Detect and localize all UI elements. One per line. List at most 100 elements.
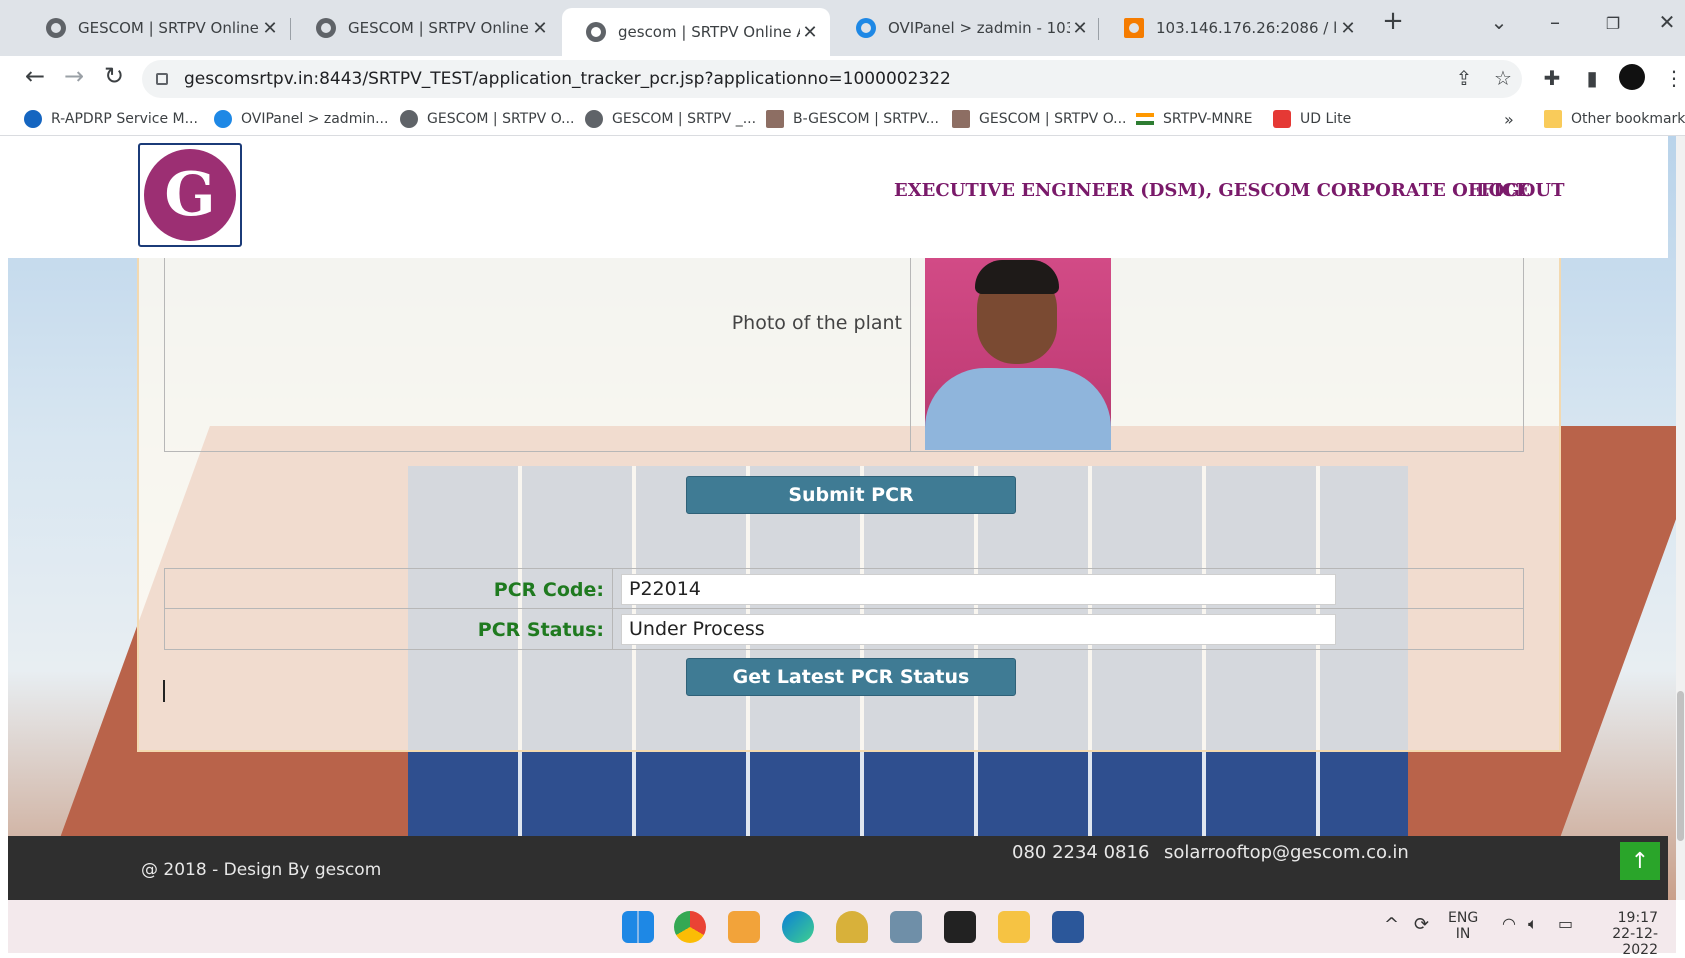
sticky-notes-icon[interactable] bbox=[944, 911, 976, 943]
bookmark-label: GESCOM | SRTPV O... bbox=[979, 111, 1127, 127]
photo-table: Photo of the plant bbox=[164, 258, 1524, 452]
minimize-icon[interactable]: – bbox=[1540, 10, 1570, 34]
new-tab-button[interactable]: + bbox=[1378, 6, 1408, 36]
windows-taskbar: ^ ⟳ ENG IN ◠ 🔈︎ ▭ 19:17 22-12-2022 bbox=[8, 900, 1676, 958]
close-icon[interactable]: ✕ bbox=[800, 22, 820, 43]
tab-title: 103.146.176.26:2086 / localho bbox=[1156, 19, 1338, 37]
bookmark-item[interactable]: GESCOM | SRTPV _... bbox=[585, 102, 756, 136]
close-icon[interactable]: ✕ bbox=[260, 18, 280, 39]
region-label: IN bbox=[1455, 926, 1471, 942]
sync-icon[interactable]: ⟳ bbox=[1414, 914, 1429, 935]
pin-app-icon[interactable] bbox=[836, 911, 868, 943]
reload-icon[interactable]: ↻ bbox=[97, 62, 131, 90]
volume-icon[interactable]: 🔈︎ bbox=[1528, 914, 1538, 934]
address-bar[interactable]: gescomsrtpv.in:8443/SRTPV_TEST/applicati… bbox=[142, 60, 1522, 98]
bookmark-label: UD Lite bbox=[1300, 111, 1352, 127]
copyright-text: @ 2018 - Design By gescom bbox=[141, 860, 382, 880]
ovipanel-icon bbox=[214, 110, 232, 128]
browser-tab-1[interactable]: GESCOM | SRTPV Online App ✕ bbox=[22, 8, 290, 48]
globe-icon bbox=[316, 18, 336, 38]
ovipanel-icon bbox=[856, 18, 876, 38]
pcr-code-field[interactable]: P22014 bbox=[621, 574, 1336, 605]
tab-divider bbox=[290, 18, 291, 40]
tab-title: GESCOM | SRTPV Online App bbox=[348, 19, 530, 37]
chrome-icon[interactable] bbox=[674, 911, 706, 943]
submit-pcr-button[interactable]: Submit PCR bbox=[686, 476, 1016, 514]
other-bookmarks-folder[interactable]: Other bookmarks bbox=[1544, 102, 1685, 136]
outlook-icon[interactable] bbox=[728, 911, 760, 943]
bookmark-star-icon[interactable]: ☆ bbox=[1489, 66, 1517, 90]
site-header: G EXECUTIVE ENGINEER (DSM), GESCOM CORPO… bbox=[8, 136, 1668, 258]
bookmark-item[interactable]: GESCOM | SRTPV O... bbox=[952, 102, 1127, 136]
close-window-icon[interactable]: ✕ bbox=[1652, 10, 1682, 34]
close-icon[interactable]: ✕ bbox=[530, 18, 550, 39]
side-panel-icon[interactable]: ▮ bbox=[1578, 66, 1606, 90]
start-icon[interactable] bbox=[622, 911, 654, 943]
file-explorer-icon[interactable] bbox=[998, 911, 1030, 943]
word-icon[interactable] bbox=[1052, 911, 1084, 943]
close-icon[interactable]: ✕ bbox=[1338, 18, 1358, 39]
page-scrollbar[interactable] bbox=[1676, 136, 1685, 900]
hp-icon bbox=[24, 110, 42, 128]
bookmarks-bar: R-APDRP Service M... OVIPanel > zadmin..… bbox=[0, 102, 1685, 136]
footer-phone: 080 2234 0816 bbox=[1012, 842, 1150, 863]
tab-divider bbox=[1098, 18, 1099, 40]
get-latest-pcr-status-button[interactable]: Get Latest PCR Status bbox=[686, 658, 1016, 696]
pcr-status-field[interactable]: Under Process bbox=[621, 614, 1336, 645]
forward-icon[interactable]: → bbox=[57, 62, 91, 90]
browser-tab-4[interactable]: OVIPanel > zadmin - 103.146 ✕ bbox=[832, 8, 1100, 48]
media-app-icon[interactable] bbox=[890, 911, 922, 943]
scroll-to-top-button[interactable]: ↑ bbox=[1620, 842, 1660, 880]
browser-tab-3-active[interactable]: gescom | SRTPV Online Appli ✕ bbox=[562, 8, 830, 56]
edge-icon[interactable] bbox=[782, 911, 814, 943]
image-icon bbox=[766, 110, 784, 128]
menu-icon[interactable]: ⋮ bbox=[1660, 66, 1685, 90]
plant-photo bbox=[925, 258, 1111, 450]
clock[interactable]: 19:17 22-12-2022 bbox=[1596, 910, 1658, 958]
bookmark-label: Other bookmarks bbox=[1571, 111, 1685, 127]
bookmarks-overflow-button[interactable]: » bbox=[1504, 102, 1514, 136]
back-icon[interactable]: ← bbox=[18, 62, 52, 90]
lock-icon bbox=[156, 73, 168, 85]
phpmyadmin-icon bbox=[1124, 18, 1144, 38]
bookmark-item[interactable]: UD Lite bbox=[1273, 102, 1351, 136]
wifi-icon[interactable]: ◠ bbox=[1502, 914, 1516, 933]
table-row: PCR Status: Under Process bbox=[165, 609, 1523, 649]
globe-icon bbox=[46, 18, 66, 38]
close-icon[interactable]: ✕ bbox=[1070, 18, 1090, 39]
bookmark-label: R-APDRP Service M... bbox=[51, 111, 198, 127]
browser-tab-5[interactable]: 103.146.176.26:2086 / localho ✕ bbox=[1100, 8, 1368, 48]
profile-avatar[interactable] bbox=[1618, 64, 1646, 95]
bookmark-label: B-GESCOM | SRTPV... bbox=[793, 111, 939, 127]
tab-search-icon[interactable]: ⌄ bbox=[1484, 10, 1514, 34]
bookmark-item[interactable]: R-APDRP Service M... bbox=[24, 102, 198, 136]
logo-emblem: G bbox=[144, 149, 236, 241]
bookmark-item[interactable]: SRTPV-MNRE bbox=[1136, 102, 1253, 136]
extensions-icon[interactable]: ✚ bbox=[1538, 66, 1566, 90]
tray-chevron-icon[interactable]: ^ bbox=[1384, 914, 1399, 935]
logout-link[interactable]: LOGOUT bbox=[1476, 180, 1564, 201]
table-row: PCR Code: P22014 bbox=[165, 569, 1523, 609]
language-indicator[interactable]: ENG IN bbox=[1448, 910, 1478, 942]
photo-shirt bbox=[925, 368, 1111, 450]
browser-tab-2[interactable]: GESCOM | SRTPV Online App ✕ bbox=[292, 8, 560, 48]
photo-label: Photo of the plant bbox=[165, 258, 911, 452]
footer-email[interactable]: solarrooftop@gescom.co.in bbox=[1164, 842, 1409, 863]
battery-icon[interactable]: ▭ bbox=[1558, 914, 1573, 933]
pcr-code-label: PCR Code: bbox=[165, 569, 613, 609]
bookmark-label: GESCOM | SRTPV _... bbox=[612, 111, 757, 127]
site-footer: @ 2018 - Design By gescom 080 2234 0816 … bbox=[8, 836, 1668, 900]
office-link[interactable]: EXECUTIVE ENGINEER (DSM), GESCOM CORPORA… bbox=[894, 180, 1530, 201]
gescom-logo[interactable]: G bbox=[138, 143, 242, 247]
globe-icon bbox=[400, 110, 418, 128]
scrollbar-thumb[interactable] bbox=[1677, 691, 1684, 841]
photo-hair bbox=[975, 260, 1059, 294]
lang-label: ENG bbox=[1448, 910, 1479, 926]
bookmark-item[interactable]: B-GESCOM | SRTPV... bbox=[766, 102, 939, 136]
share-icon[interactable]: ⇪ bbox=[1450, 66, 1478, 90]
web-page: G EXECUTIVE ENGINEER (DSM), GESCOM CORPO… bbox=[8, 136, 1676, 900]
restore-icon[interactable]: ❐ bbox=[1598, 14, 1628, 33]
bookmark-item[interactable]: OVIPanel > zadmin... bbox=[214, 102, 388, 136]
bookmark-item[interactable]: GESCOM | SRTPV O... bbox=[400, 102, 575, 136]
tab-title: gescom | SRTPV Online Appli bbox=[618, 23, 800, 41]
